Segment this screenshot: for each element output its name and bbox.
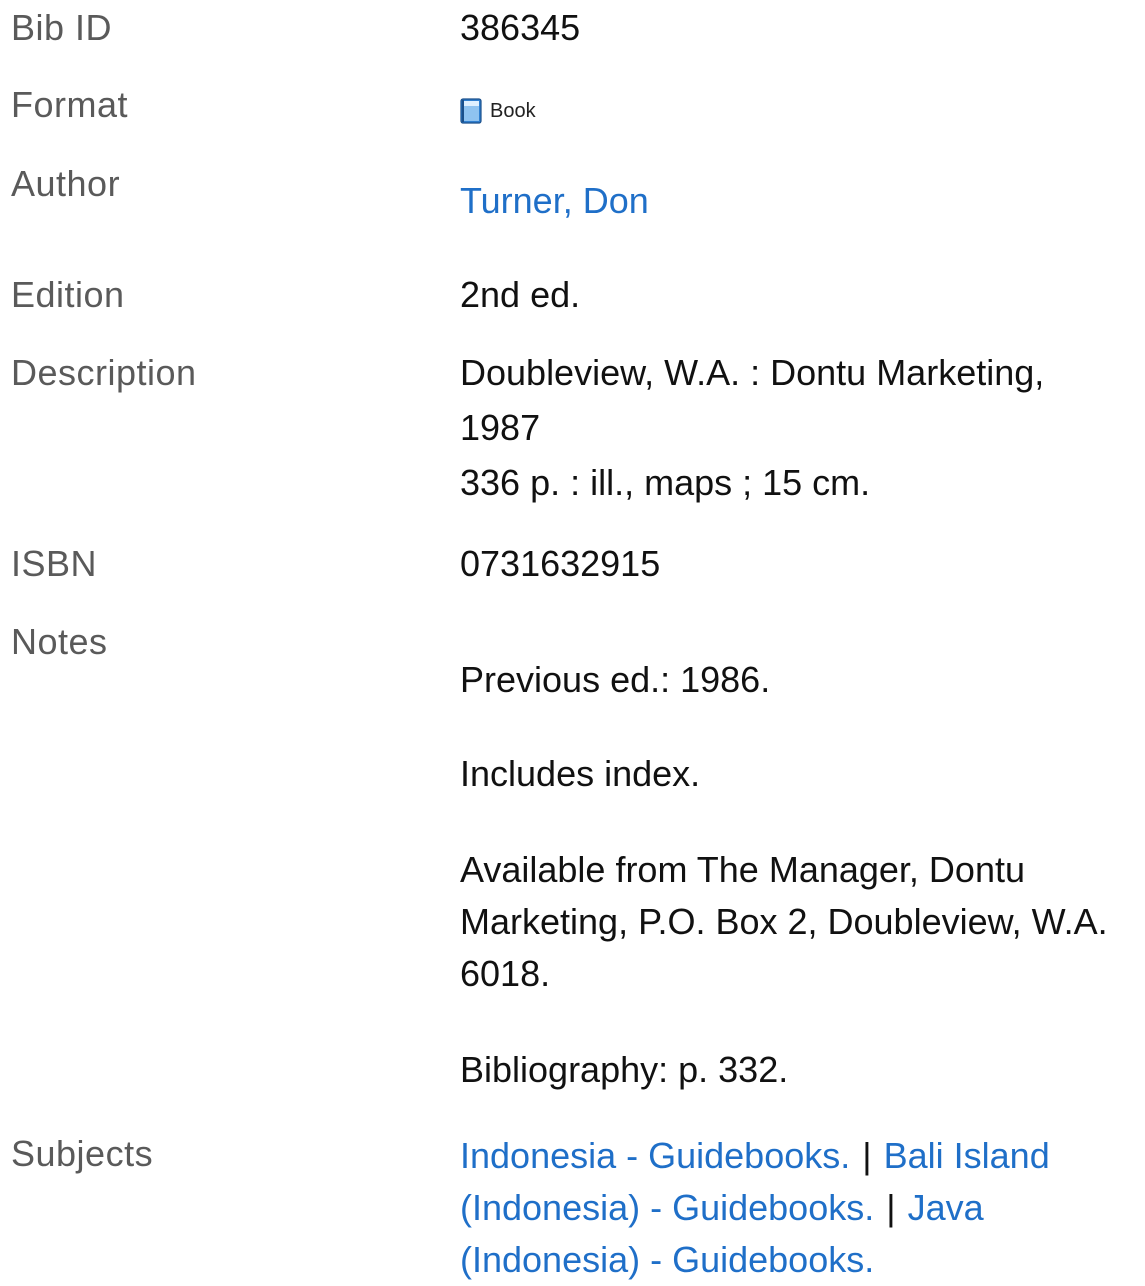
format-label: Format xyxy=(11,84,129,125)
author-link[interactable]: Turner, Don xyxy=(460,180,649,221)
subject-separator: | xyxy=(862,1135,872,1176)
notes-label: Notes xyxy=(11,621,108,662)
note-item: Bibliography: p. 332. xyxy=(460,1049,789,1090)
subjects-list: Indonesia - Guidebooks. | Bali Island (Ind… xyxy=(460,1130,1145,1286)
description-line-2: 1987 xyxy=(460,407,541,448)
author-label: Author xyxy=(11,163,121,204)
note-item: Includes index. xyxy=(460,753,701,794)
description-line-3: 336 p. : ill., maps ; 15 cm. xyxy=(460,462,871,503)
description-line-1: Doubleview, W.A. : Dontu Marketing, xyxy=(460,352,1045,393)
bib-id-label: Bib ID xyxy=(11,7,113,48)
isbn-label: ISBN xyxy=(11,543,98,584)
book-icon xyxy=(460,98,482,124)
note-item: Previous ed.: 1986. xyxy=(460,659,771,700)
format-value: Book xyxy=(460,98,536,124)
subject-separator: | xyxy=(886,1187,896,1228)
subject-link-indonesia[interactable]: Indonesia - Guidebooks. xyxy=(460,1135,850,1176)
format-text: Book xyxy=(490,99,536,122)
note-item: Available from The Manager, Dontu Market… xyxy=(460,849,1108,994)
isbn-value: 0731632915 xyxy=(460,543,661,584)
subjects-label: Subjects xyxy=(11,1133,154,1174)
description-label: Description xyxy=(11,352,197,393)
edition-value: 2nd ed. xyxy=(460,274,581,315)
edition-label: Edition xyxy=(11,274,125,315)
bib-id-value: 386345 xyxy=(460,7,581,48)
